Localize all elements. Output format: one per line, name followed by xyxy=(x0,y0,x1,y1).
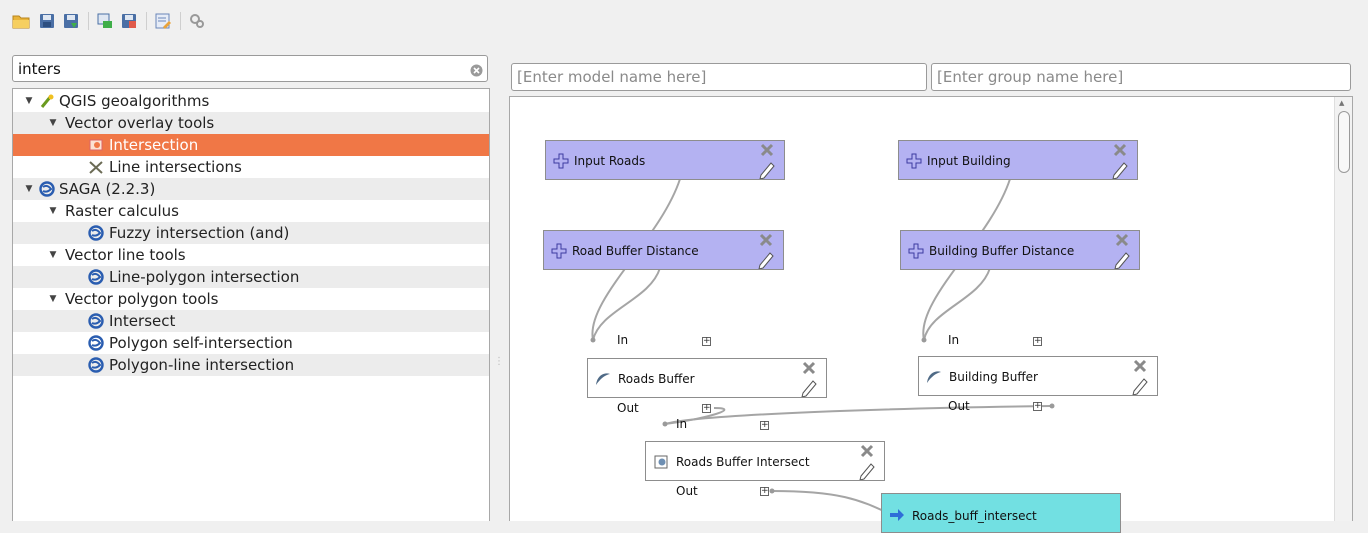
edit-pencil-icon xyxy=(759,162,775,180)
algorithm-node-roads-buffer-intersect[interactable]: Roads Buffer Intersect xyxy=(645,441,885,481)
expand-outputs-icon[interactable]: + xyxy=(760,487,769,496)
output-port-label: Out xyxy=(676,484,698,498)
node-label: Input Building xyxy=(927,154,1011,168)
expand-outputs-icon[interactable]: + xyxy=(702,404,711,413)
edit-pencil-icon xyxy=(758,252,774,270)
expand-inputs-icon[interactable]: + xyxy=(1033,337,1042,346)
node-actions xyxy=(756,143,776,180)
input-node-building-buffer-distance[interactable]: Building Buffer Distance xyxy=(900,230,1140,270)
output-port-label: Out xyxy=(617,401,639,415)
port-dot xyxy=(662,421,668,427)
scroll-up-arrow-icon[interactable]: ▲ xyxy=(1339,99,1344,107)
node-label: Roads Buffer xyxy=(618,372,695,386)
expand-inputs-icon[interactable]: + xyxy=(760,421,769,430)
connector-line xyxy=(771,490,889,514)
port-dot xyxy=(590,337,596,343)
expand-inputs-icon[interactable]: + xyxy=(702,337,711,346)
delete-icon xyxy=(1115,233,1129,247)
node-label: Roads Buffer Intersect xyxy=(676,455,810,469)
edit-pencil-icon xyxy=(859,463,875,481)
input-port-label: In xyxy=(948,333,960,347)
parameter-plus-icon xyxy=(553,153,569,169)
port-dot xyxy=(769,488,775,494)
buffer-icon xyxy=(926,369,942,385)
buffer-icon xyxy=(595,371,611,387)
node-label: Road Buffer Distance xyxy=(572,244,699,258)
parameter-plus-icon xyxy=(551,243,567,259)
intersection-icon xyxy=(653,454,669,470)
port-dot xyxy=(921,337,927,343)
edit-pencil-icon xyxy=(1112,162,1128,180)
algorithm-node-building-buffer[interactable]: Building Buffer xyxy=(918,356,1158,396)
node-actions xyxy=(1129,359,1149,396)
parameter-plus-icon xyxy=(908,243,924,259)
canvas-vertical-scrollbar[interactable]: ▲ xyxy=(1334,97,1352,521)
node-actions xyxy=(1111,233,1131,270)
delete-icon xyxy=(759,233,773,247)
connector-line xyxy=(923,267,991,341)
input-node-building[interactable]: Input Building xyxy=(898,140,1138,180)
output-port-label: Out xyxy=(948,399,970,413)
input-port-label: In xyxy=(676,417,688,431)
delete-icon xyxy=(1133,359,1147,373)
output-node-roads-buff-intersect[interactable]: Roads_buff_intersect xyxy=(881,493,1121,533)
node-label: Building Buffer xyxy=(949,370,1038,384)
input-node-roads[interactable]: Input Roads xyxy=(545,140,785,180)
expand-outputs-icon[interactable]: + xyxy=(1033,402,1042,411)
node-label: Building Buffer Distance xyxy=(929,244,1075,258)
connector-line xyxy=(592,267,661,341)
edit-pencil-icon xyxy=(1114,252,1130,270)
edit-pencil-icon xyxy=(801,380,817,398)
node-actions xyxy=(798,361,818,398)
scrollbar-thumb[interactable] xyxy=(1338,111,1350,173)
node-label: Input Roads xyxy=(574,154,646,168)
node-actions xyxy=(856,444,876,481)
algorithm-node-roads-buffer[interactable]: Roads Buffer xyxy=(587,358,827,398)
delete-icon xyxy=(802,361,816,375)
node-actions xyxy=(755,233,775,270)
input-node-road-buffer-distance[interactable]: Road Buffer Distance xyxy=(543,230,784,270)
delete-icon xyxy=(860,444,874,458)
input-port-label: In xyxy=(617,333,629,347)
port-dot xyxy=(1049,403,1055,409)
node-actions xyxy=(1109,143,1129,180)
edit-pencil-icon xyxy=(1132,378,1148,396)
delete-icon xyxy=(760,143,774,157)
delete-icon xyxy=(1113,143,1127,157)
parameter-plus-icon xyxy=(906,153,922,169)
